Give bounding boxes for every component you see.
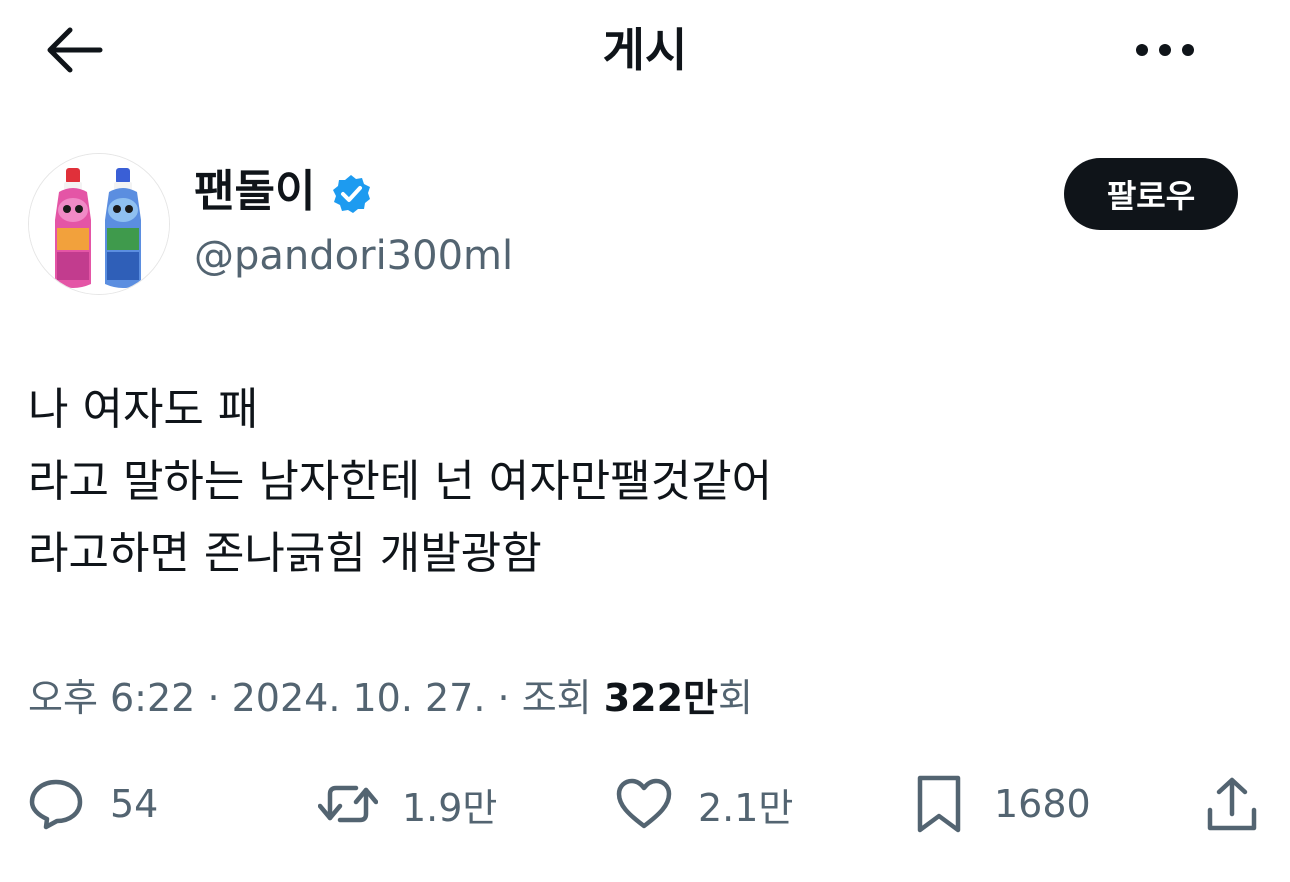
- like-button[interactable]: 2.1만: [614, 772, 793, 836]
- reply-count: 54: [110, 782, 159, 826]
- tweet-text-line-2: 라고 말하는 남자한테 넌 여자만팰것같어: [28, 456, 773, 507]
- avatar[interactable]: [28, 153, 170, 295]
- reply-button[interactable]: 54: [26, 772, 158, 836]
- user-handle[interactable]: @pandori300ml: [194, 228, 513, 284]
- verified-badge-icon: [330, 173, 372, 215]
- tweet-meta: 오후 6:22 · 2024. 10. 27. · 조회 322만회: [28, 668, 753, 728]
- tweet-time[interactable]: 오후 6:22: [28, 676, 195, 720]
- repost-icon: [318, 785, 378, 823]
- reply-icon: [29, 779, 83, 830]
- views-count: 322만: [603, 676, 719, 720]
- bookmark-count: 1680: [994, 782, 1091, 826]
- share-button[interactable]: [1202, 772, 1262, 836]
- meta-separator: ·: [207, 676, 220, 720]
- repost-count: 1.9만: [402, 785, 498, 830]
- views-label: 조회: [521, 676, 592, 720]
- display-name[interactable]: 팬돌이: [194, 162, 315, 222]
- meta-separator: ·: [497, 676, 510, 720]
- page-title: 게시: [602, 23, 688, 77]
- heart-icon: [616, 778, 672, 829]
- like-count: 2.1만: [698, 785, 794, 830]
- tweet-date[interactable]: 2024. 10. 27.: [232, 676, 486, 720]
- share-icon: [1207, 777, 1257, 831]
- more-options-button[interactable]: [1130, 30, 1200, 70]
- follow-button[interactable]: 팔로우: [1064, 158, 1238, 230]
- tweet-text-line-1: 나 여자도 패: [28, 384, 259, 435]
- bookmark-icon: [917, 775, 961, 833]
- more-dots-icon: [1136, 44, 1194, 56]
- tweet-text-line-3: 라고하면 존나긁힘 개발광함: [28, 528, 542, 579]
- repost-button[interactable]: 1.9만: [318, 772, 497, 836]
- bookmark-button[interactable]: 1680: [910, 772, 1091, 836]
- views-suffix: 회: [718, 676, 753, 720]
- avatar-drink-bottles-image: [29, 154, 169, 294]
